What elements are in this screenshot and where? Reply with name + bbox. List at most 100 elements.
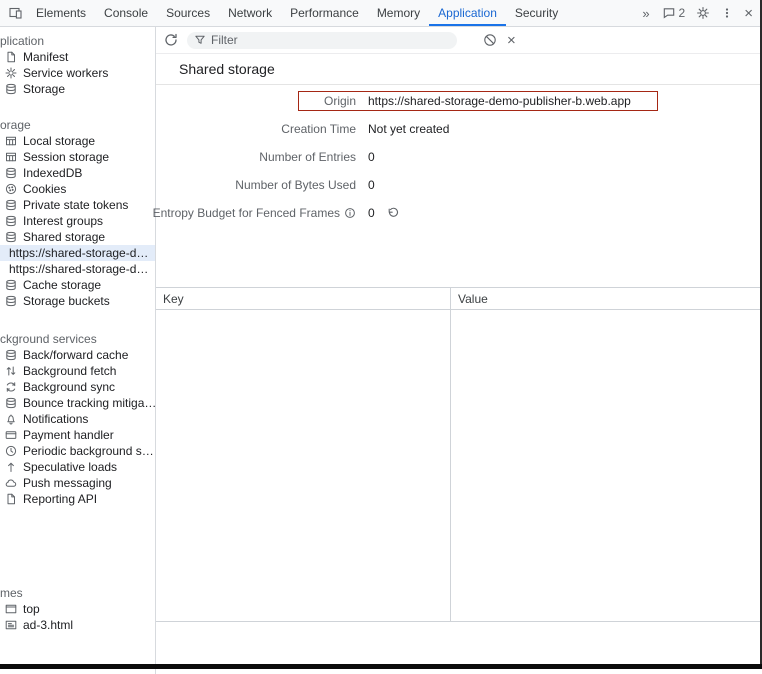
sidebar-item-push-messaging[interactable]: Push messaging [0,475,155,491]
database-icon [5,199,18,211]
sidebar-item-cookies[interactable]: Cookies [0,181,155,197]
field-label: Number of Entries [156,150,356,164]
tab-security[interactable]: Security [506,0,567,26]
sidebar-item-background-fetch[interactable]: Background fetch [0,363,155,379]
sidebar-section: ckground servicesBack/forward cacheBackg… [0,331,155,507]
gear-icon [5,67,18,79]
kebab-menu-icon[interactable] [721,7,733,19]
sidebar-item-ad-3-html[interactable]: ad-3.html [0,617,155,633]
sidebar-item-local-storage[interactable]: Local storage [0,133,155,149]
sidebar-item-label: Payment handler [23,428,114,442]
sidebar-item-payment-handler[interactable]: Payment handler [0,427,155,443]
filter-field[interactable] [187,32,457,49]
sidebar-item-label: Private state tokens [23,198,128,212]
sidebar-item-interest-groups[interactable]: Interest groups [0,213,155,229]
sidebar-item-storage[interactable]: Storage [0,81,155,97]
panel-toolbar: × [156,27,762,54]
sidebar-item-label: Bounce tracking mitiga… [23,396,156,410]
sidebar-item-label: Notifications [23,412,88,426]
close-view-icon[interactable]: × [507,33,516,48]
table-icon [5,135,18,147]
table-header-row: Key Value [156,288,762,310]
column-header-key[interactable]: Key [156,288,451,309]
more-tabs-button[interactable]: » [640,6,651,21]
sidebar-item-background-sync[interactable]: Background sync [0,379,155,395]
tab-console[interactable]: Console [95,0,157,26]
filter-input[interactable] [211,33,450,47]
document-icon [5,51,18,63]
column-header-value[interactable]: Value [451,292,762,306]
sidebar-section: mestopad-3.html [0,585,155,633]
toggle-device-toolbar-icon[interactable] [5,0,27,26]
field-value: Not yet created [368,122,449,136]
settings-gear-icon[interactable] [696,6,710,20]
sidebar-item-label: Cookies [23,182,66,196]
sidebar-item-shared-storage[interactable]: Shared storage [0,229,155,245]
sidebar-item-session-storage[interactable]: Session storage [0,149,155,165]
clear-all-icon[interactable] [483,33,497,47]
sidebar-item-storage-buckets[interactable]: Storage buckets [0,293,155,309]
database-icon [5,167,18,179]
page-title: Shared storage [179,61,762,77]
window-border-bottom [0,664,762,669]
sidebar-item-top[interactable]: top [0,601,155,617]
refresh-icon[interactable] [163,32,179,48]
reset-undo-icon[interactable] [387,207,399,219]
field-origin: Origin https://shared-storage-demo-publi… [156,87,762,115]
tab-elements[interactable]: Elements [27,0,95,26]
sidebar-item-label: Back/forward cache [23,348,128,362]
frame-doc-icon [5,619,18,631]
sidebar-item-label: Storage [23,82,65,96]
sidebar-item-service-workers[interactable]: Service workers [0,65,155,81]
tab-sources[interactable]: Sources [157,0,219,26]
sidebar-item-notifications[interactable]: Notifications [0,411,155,427]
sidebar-item-label: Interest groups [23,214,103,228]
sidebar-section: orageLocal storageSession storageIndexed… [0,117,155,309]
cloud-icon [5,477,18,489]
field-value: 0 [368,178,375,192]
funnel-icon [194,34,206,46]
sidebar-item-label: IndexedDB [23,166,82,180]
issues-button[interactable]: 2 [663,6,686,20]
key-value-table: Key Value [156,287,762,622]
sidebar-item-https-shared-storage-d[interactable]: https://shared-storage-d… [0,261,155,277]
sidebar-item-back-forward-cache[interactable]: Back/forward cache [0,347,155,363]
tab-application[interactable]: Application [429,0,506,26]
sidebar-item-label: Shared storage [23,230,105,244]
field-label: Entropy Budget for Fenced Frames [156,206,356,220]
table-body[interactable] [156,310,762,621]
sidebar-item-speculative-loads[interactable]: Speculative loads [0,459,155,475]
section-header: plication [0,33,155,49]
sidebar-item-manifest[interactable]: Manifest [0,49,155,65]
database-icon [5,279,18,291]
field-entropy-budget: Entropy Budget for Fenced Frames 0 [156,199,762,227]
frame-icon [5,603,18,615]
uparrow-icon [5,461,18,473]
field-number-of-bytes-used: Number of Bytes Used 0 [156,171,762,199]
sidebar-item-private-state-tokens[interactable]: Private state tokens [0,197,155,213]
database-icon [5,397,18,409]
field-number-of-entries: Number of Entries 0 [156,143,762,171]
field-value: https://shared-storage-demo-publisher-b.… [368,94,631,108]
sidebar-item-reporting-api[interactable]: Reporting API [0,491,155,507]
sidebar-item-label: Service workers [23,66,108,80]
tab-performance[interactable]: Performance [281,0,368,26]
sidebar-item-bounce-tracking-mitiga[interactable]: Bounce tracking mitiga… [0,395,155,411]
shared-storage-panel: × Shared storage Origin https://shared-s… [156,27,762,674]
sync-icon [5,381,18,393]
tab-network[interactable]: Network [219,0,281,26]
database-icon [5,231,18,243]
info-icon[interactable] [344,207,356,219]
sidebar-item-https-shared-storage-d[interactable]: https://shared-storage-d… [0,245,155,261]
close-devtools-icon[interactable]: × [744,6,753,21]
sidebar-item-periodic-background-s[interactable]: Periodic background s… [0,443,155,459]
field-value: 0 [368,206,399,220]
sidebar-item-label: Session storage [23,150,109,164]
key-column-body [156,310,451,621]
sidebar-item-label: Manifest [23,50,68,64]
sidebar-item-label: Periodic background s… [23,444,154,458]
tabbar-right: » 2 × [640,6,762,21]
tab-memory[interactable]: Memory [368,0,429,26]
sidebar-item-cache-storage[interactable]: Cache storage [0,277,155,293]
sidebar-item-indexeddb[interactable]: IndexedDB [0,165,155,181]
